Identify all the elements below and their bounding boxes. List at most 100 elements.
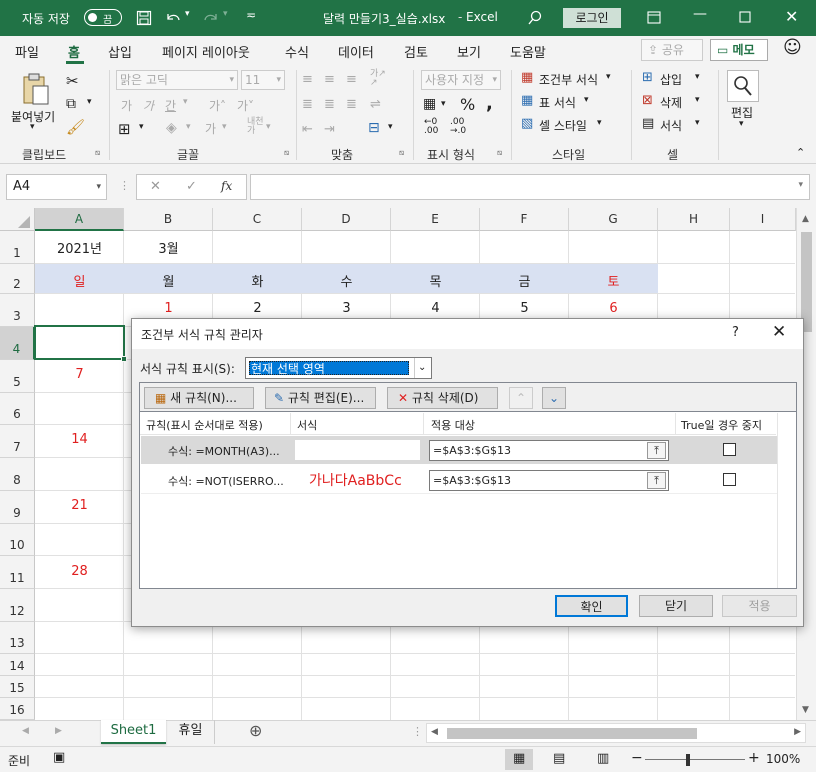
cell-g3[interactable]: 6 xyxy=(569,301,658,316)
clipboard-launcher-icon[interactable]: ⧅ xyxy=(95,148,100,158)
weekday-tue[interactable]: 화 xyxy=(213,271,302,290)
merge-dropdown-icon[interactable]: ▾ xyxy=(388,122,393,132)
decrease-decimal-icon[interactable]: .00 →.0 xyxy=(450,118,466,136)
share-button[interactable]: ⇪ 공유 xyxy=(641,39,703,61)
header-applies-to[interactable]: 적용 대상 xyxy=(431,417,475,433)
column-header-h[interactable]: H xyxy=(658,208,730,231)
merge-center-icon[interactable]: ⊟ xyxy=(368,120,380,136)
row-header-9[interactable]: 9 xyxy=(0,491,35,524)
applies-to-input[interactable]: =$A$3:$G$13 ⤒ xyxy=(429,440,669,461)
insert-function-icon[interactable]: fx xyxy=(221,179,232,193)
rule-row[interactable]: 수식: =NOT(ISERRO... 가나다AaBbCc =$A$3:$G$13… xyxy=(141,466,777,494)
cell-a9[interactable]: 21 xyxy=(35,498,124,513)
column-header-f[interactable]: F xyxy=(480,208,569,231)
collapse-range-icon[interactable]: ⤒ xyxy=(647,442,666,459)
search-icon[interactable] xyxy=(527,10,543,26)
delete-rule-button[interactable]: ✕ 규칙 삭제(D) xyxy=(387,387,498,409)
increase-decimal-icon[interactable]: ←0.00 xyxy=(424,118,438,136)
scroll-right-icon[interactable]: ▶ xyxy=(794,727,801,737)
font-size-box[interactable]: 11 ▾ xyxy=(241,70,285,90)
cell-a7[interactable]: 14 xyxy=(35,432,124,447)
scroll-up-icon[interactable]: ▲ xyxy=(802,214,809,224)
column-header-c[interactable]: C xyxy=(213,208,302,231)
edit-rule-button[interactable]: ✎ 규칙 편집(E)... xyxy=(265,387,376,409)
sheet-tab-sheet1[interactable]: Sheet1 xyxy=(101,720,166,744)
editing-button[interactable] xyxy=(727,70,759,102)
move-down-button[interactable]: ⌄ xyxy=(542,387,566,409)
alignment-launcher-icon[interactable]: ⧅ xyxy=(399,148,404,158)
memo-button[interactable]: ▭ 메모 xyxy=(710,39,768,61)
customize-qat-icon[interactable]: ≂ xyxy=(246,8,256,22)
minimize-icon[interactable]: — xyxy=(693,6,707,22)
stop-if-true-checkbox[interactable] xyxy=(723,443,736,456)
row-header-7[interactable]: 7 xyxy=(0,425,35,458)
cell-style-icon[interactable]: ▧ xyxy=(521,116,533,131)
resize-handle-icon[interactable]: ⋮ xyxy=(119,179,130,192)
row-header-6[interactable]: 6 xyxy=(0,393,35,425)
number-format-box[interactable]: 사용자 지정 ▾ xyxy=(421,70,501,90)
prev-sheet-icon[interactable]: ◀ xyxy=(22,726,29,736)
close-button[interactable]: 닫기 xyxy=(639,595,713,617)
add-sheet-icon[interactable]: ⊕ xyxy=(249,721,262,740)
macro-record-icon[interactable]: ▣ xyxy=(53,750,65,765)
ribbon-display-icon[interactable] xyxy=(647,11,661,24)
accounting-dropdown-icon[interactable]: ▾ xyxy=(441,99,446,109)
weekday-sat[interactable]: 토 xyxy=(569,271,658,290)
zoom-level[interactable]: 100% xyxy=(766,752,800,766)
page-break-view-icon[interactable]: ▥ xyxy=(597,751,609,766)
zoom-in-icon[interactable]: + xyxy=(748,750,760,766)
row-header-8[interactable]: 8 xyxy=(0,458,35,491)
delete-cells-dropdown-icon[interactable]: ▾ xyxy=(695,95,700,105)
header-format[interactable]: 서식 xyxy=(297,417,317,433)
show-rules-dropdown-button[interactable]: ⌄ xyxy=(414,358,431,378)
zoom-out-icon[interactable]: − xyxy=(631,750,643,766)
column-header-d[interactable]: D xyxy=(302,208,391,231)
page-layout-view-icon[interactable]: ▤ xyxy=(553,751,565,766)
format-painter-icon[interactable]: 🖌 xyxy=(66,118,85,136)
zoom-slider-track[interactable] xyxy=(645,759,745,760)
format-cells-dropdown-icon[interactable]: ▾ xyxy=(695,118,700,128)
conditional-format-icon[interactable]: ▦ xyxy=(521,70,533,85)
close-window-icon[interactable]: ✕ xyxy=(785,7,798,26)
ok-button[interactable]: 확인 xyxy=(555,595,628,617)
border-dropdown-icon[interactable]: ▾ xyxy=(139,122,144,132)
insert-cells-icon[interactable]: ⊞ xyxy=(642,70,653,85)
font-size-dropdown-icon[interactable]: ▾ xyxy=(276,71,281,89)
paste-icon[interactable] xyxy=(21,72,51,106)
tab-help[interactable]: 도움말 xyxy=(510,42,546,61)
number-format-dropdown-icon[interactable]: ▾ xyxy=(492,71,497,89)
tab-splitter-icon[interactable]: ⋮ xyxy=(412,725,423,738)
comma-style-icon[interactable]: , xyxy=(486,93,493,114)
scroll-down-icon[interactable]: ▼ xyxy=(802,705,809,715)
cell-f3[interactable]: 5 xyxy=(480,301,569,316)
weekday-fri[interactable]: 금 xyxy=(480,271,569,290)
row-header-16[interactable]: 16 xyxy=(0,698,35,720)
rule-row[interactable]: 수식: =MONTH(A3)... =$A$3:$G$13 ⤒ xyxy=(141,436,777,464)
column-header-i[interactable]: I xyxy=(730,208,796,231)
delete-cells-label[interactable]: 삭제 xyxy=(660,94,682,111)
tab-review[interactable]: 검토 xyxy=(404,42,428,61)
table-format-dropdown-icon[interactable]: ▾ xyxy=(584,95,589,105)
weekday-thu[interactable]: 목 xyxy=(391,271,480,290)
formula-input[interactable]: ▾ xyxy=(250,174,810,200)
font-name-dropdown-icon[interactable]: ▾ xyxy=(229,71,234,89)
insert-cells-label[interactable]: 삽입 xyxy=(660,71,682,88)
row-header-3[interactable]: 3 xyxy=(0,294,35,327)
row-header-1[interactable]: 1 xyxy=(0,231,35,264)
format-cells-icon[interactable]: ▤ xyxy=(642,116,654,131)
undo-icon[interactable] xyxy=(164,10,182,26)
collapse-ribbon-icon[interactable]: ⌃ xyxy=(796,146,805,159)
name-box[interactable]: A4 ▾ xyxy=(6,174,107,200)
copy-dropdown-icon[interactable]: ▾ xyxy=(87,97,92,107)
row-header-10[interactable]: 10 xyxy=(0,524,35,556)
row-header-5[interactable]: 5 xyxy=(0,360,35,393)
paste-dropdown-icon[interactable]: ▾ xyxy=(30,122,35,132)
horizontal-scrollbar[interactable]: ◀ ▶ xyxy=(426,723,806,743)
copy-icon[interactable]: ⧉ xyxy=(66,96,76,112)
tab-file[interactable]: 파일 xyxy=(15,42,39,61)
column-header-a[interactable]: A xyxy=(35,208,124,231)
horizontal-scroll-thumb[interactable] xyxy=(447,728,697,739)
tab-data[interactable]: 데이터 xyxy=(338,42,374,61)
new-rule-button[interactable]: ▦ 새 규칙(N)... xyxy=(144,387,254,409)
row-header-2[interactable]: 2 xyxy=(0,264,35,294)
